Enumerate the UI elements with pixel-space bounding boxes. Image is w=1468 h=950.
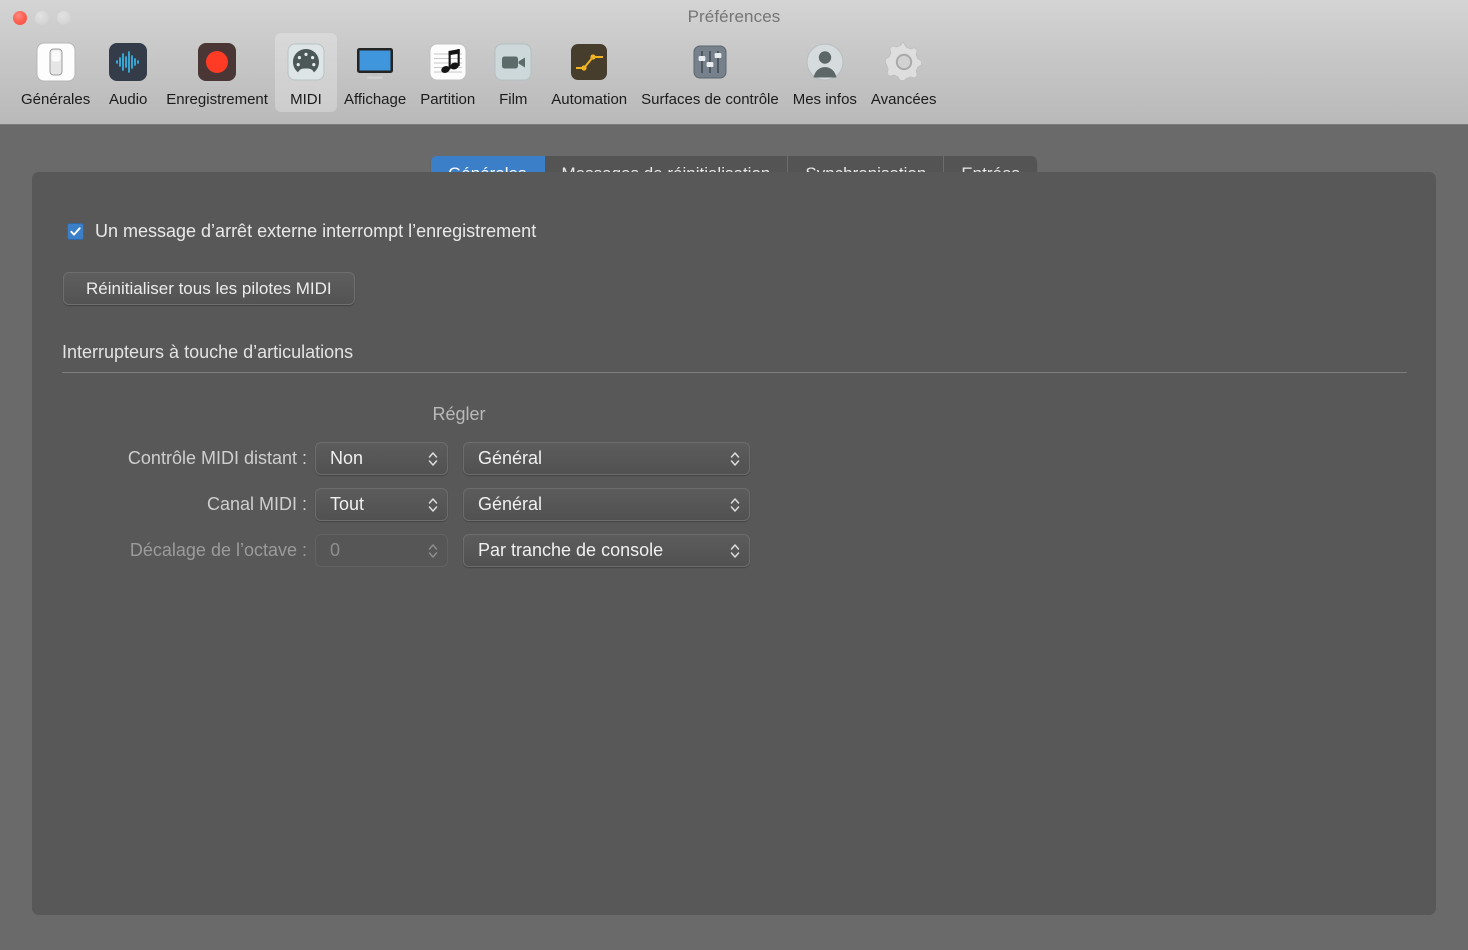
form-row-controle-midi-distant: Contrôle MIDI distant : Non Général bbox=[62, 442, 750, 475]
decalage-octave-stepper: 0 bbox=[315, 534, 448, 567]
row-label: Contrôle MIDI distant : bbox=[62, 448, 315, 469]
stepper-arrows-icon[interactable] bbox=[419, 449, 447, 469]
person-icon bbox=[801, 38, 849, 86]
toolbar-item-midi[interactable]: MIDI bbox=[275, 33, 337, 112]
toolbar-item-label: Surfaces de contrôle bbox=[641, 91, 779, 108]
form-row-decalage-octave: Décalage de l’octave : 0 Par tranche de … bbox=[62, 534, 750, 567]
select-value: Général bbox=[464, 494, 721, 515]
window-title: Préférences bbox=[0, 7, 1468, 27]
section-title: Interrupteurs à touche d’articulations bbox=[62, 342, 1407, 372]
gear-icon bbox=[880, 38, 928, 86]
external-stop-checkbox-label: Un message d’arrêt externe interrompt l’… bbox=[95, 221, 536, 242]
row-label: Décalage de l’octave : bbox=[62, 540, 315, 561]
faders-icon bbox=[686, 38, 734, 86]
toolbar-item-generales[interactable]: Générales bbox=[14, 33, 97, 112]
display-icon bbox=[351, 38, 399, 86]
titlebar-toolbar: Préférences Générales bbox=[0, 0, 1468, 125]
toolbar-item-label: Mes infos bbox=[793, 91, 857, 108]
toolbar-item-label: Audio bbox=[109, 91, 147, 108]
select-value: Par tranche de console bbox=[464, 540, 721, 561]
toolbar-item-audio[interactable]: Audio bbox=[97, 33, 159, 112]
music-note-icon bbox=[424, 38, 472, 86]
toolbar-item-automation[interactable]: Automation bbox=[544, 33, 634, 112]
toolbar-item-label: Automation bbox=[551, 91, 627, 108]
toolbar-item-partition[interactable]: Partition bbox=[413, 33, 482, 112]
stepper-arrows-icon bbox=[419, 541, 447, 561]
section-divider bbox=[62, 372, 1407, 373]
content-panel: Un message d’arrêt externe interrompt l’… bbox=[32, 172, 1436, 915]
checkbox-checked-icon[interactable] bbox=[67, 223, 84, 240]
stepper-value: Non bbox=[316, 448, 419, 469]
waveform-icon bbox=[104, 38, 152, 86]
switch-icon bbox=[32, 38, 80, 86]
toolbar-item-enregistrement[interactable]: Enregistrement bbox=[159, 33, 275, 112]
row-label: Canal MIDI : bbox=[62, 494, 315, 515]
regler-column-header: Régler bbox=[315, 404, 603, 425]
form-row-canal-midi: Canal MIDI : Tout Général bbox=[62, 488, 750, 521]
canal-midi-stepper[interactable]: Tout bbox=[315, 488, 448, 521]
external-stop-checkbox-row[interactable]: Un message d’arrêt externe interrompt l’… bbox=[67, 221, 536, 242]
stepper-value: 0 bbox=[316, 540, 419, 561]
form-column-headers: Régler bbox=[62, 399, 750, 429]
select-arrows-icon[interactable] bbox=[721, 541, 749, 561]
automation-curve-icon bbox=[565, 38, 613, 86]
toolbar-item-label: Affichage bbox=[344, 91, 406, 108]
toolbar-item-mes-infos[interactable]: Mes infos bbox=[786, 33, 864, 112]
toolbar-item-label: Enregistrement bbox=[166, 91, 268, 108]
toolbar-item-avancees[interactable]: Avancées bbox=[864, 33, 944, 112]
midi-din-icon bbox=[282, 38, 330, 86]
articulation-section: Interrupteurs à touche d’articulations bbox=[62, 342, 1407, 373]
canal-midi-regler-select[interactable]: Général bbox=[463, 488, 750, 521]
toolbar-item-label: Partition bbox=[420, 91, 475, 108]
stepper-arrows-icon[interactable] bbox=[419, 495, 447, 515]
toolbar-item-label: Film bbox=[499, 91, 527, 108]
preferences-toolbar: Générales bbox=[0, 33, 1468, 112]
stepper-value: Tout bbox=[316, 494, 419, 515]
record-icon bbox=[193, 38, 241, 86]
toolbar-item-affichage[interactable]: Affichage bbox=[337, 33, 413, 112]
controle-midi-distant-stepper[interactable]: Non bbox=[315, 442, 448, 475]
preferences-window: Préférences Générales bbox=[0, 0, 1468, 950]
toolbar-item-film[interactable]: Film bbox=[482, 33, 544, 112]
articulation-form: Régler Contrôle MIDI distant : Non bbox=[62, 399, 750, 567]
select-arrows-icon[interactable] bbox=[721, 495, 749, 515]
reset-midi-drivers-button[interactable]: Réinitialiser tous les pilotes MIDI bbox=[63, 272, 355, 305]
preferences-body: Générales Messages de réinitialisation S… bbox=[0, 125, 1468, 950]
toolbar-item-label: Générales bbox=[21, 91, 90, 108]
toolbar-item-label: MIDI bbox=[290, 91, 322, 108]
toolbar-item-surfaces-de-controle[interactable]: Surfaces de contrôle bbox=[634, 33, 786, 112]
video-camera-icon bbox=[489, 38, 537, 86]
select-arrows-icon[interactable] bbox=[721, 449, 749, 469]
toolbar-item-label: Avancées bbox=[871, 91, 937, 108]
controle-midi-distant-regler-select[interactable]: Général bbox=[463, 442, 750, 475]
select-value: Général bbox=[464, 448, 721, 469]
decalage-octave-regler-select[interactable]: Par tranche de console bbox=[463, 534, 750, 567]
